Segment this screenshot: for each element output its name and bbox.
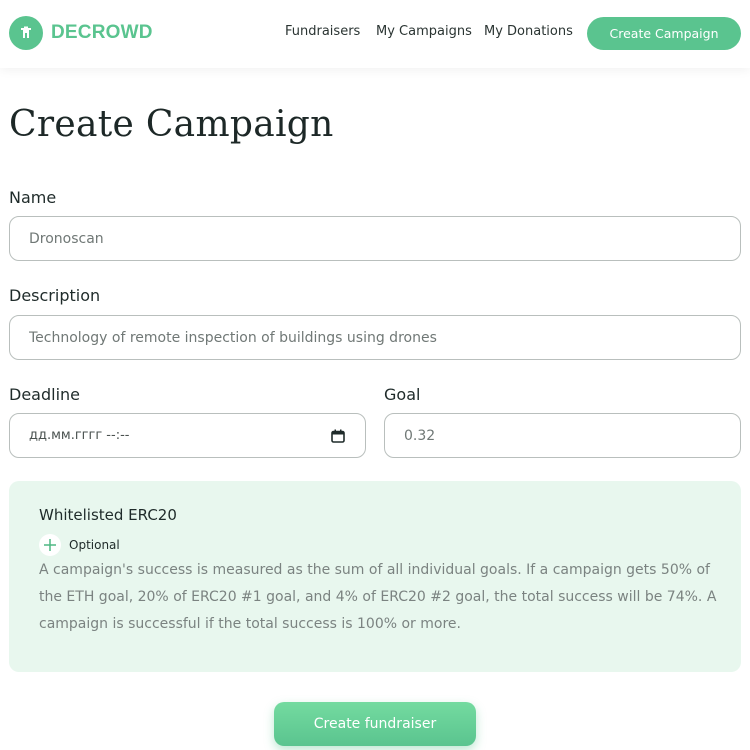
- create-campaign-button[interactable]: Create Campaign: [587, 17, 741, 50]
- nav-my-campaigns[interactable]: My Campaigns: [376, 24, 472, 39]
- create-fundraiser-button[interactable]: Create fundraiser: [274, 702, 476, 746]
- description-label: Description: [9, 286, 101, 305]
- deadline-input[interactable]: дд.мм.гггг --:--: [9, 413, 366, 458]
- name-input[interactable]: [9, 216, 741, 261]
- description-input[interactable]: [9, 315, 741, 360]
- page-title: Create Campaign: [9, 104, 334, 145]
- add-erc20-button[interactable]: [39, 534, 61, 556]
- nav-my-donations[interactable]: My Donations: [484, 24, 573, 39]
- deadline-placeholder: дд.мм.гггг --:--: [29, 428, 130, 443]
- deadline-label: Deadline: [9, 385, 80, 404]
- nav-fundraisers[interactable]: Fundraisers: [285, 24, 360, 39]
- plus-icon: [44, 536, 56, 554]
- brand-name: DECROWD: [51, 22, 153, 43]
- add-erc20-row: Optional: [39, 534, 120, 556]
- name-label: Name: [9, 188, 57, 207]
- whitelisted-erc20-panel: Whitelisted ERC20 Optional A campaign's …: [9, 481, 741, 672]
- optional-label: Optional: [69, 538, 120, 552]
- whitelisted-erc20-title: Whitelisted ERC20: [39, 506, 177, 524]
- success-explanation: A campaign's success is measured as the …: [39, 562, 717, 632]
- brand-logo[interactable]: DECROWD: [9, 16, 153, 50]
- goal-input[interactable]: [384, 413, 741, 458]
- calendar-icon[interactable]: [331, 429, 345, 443]
- top-navbar: DECROWD Fundraisers My Campaigns My Dona…: [0, 0, 750, 68]
- bell-icon: [9, 16, 43, 50]
- goal-label: Goal: [384, 385, 421, 404]
